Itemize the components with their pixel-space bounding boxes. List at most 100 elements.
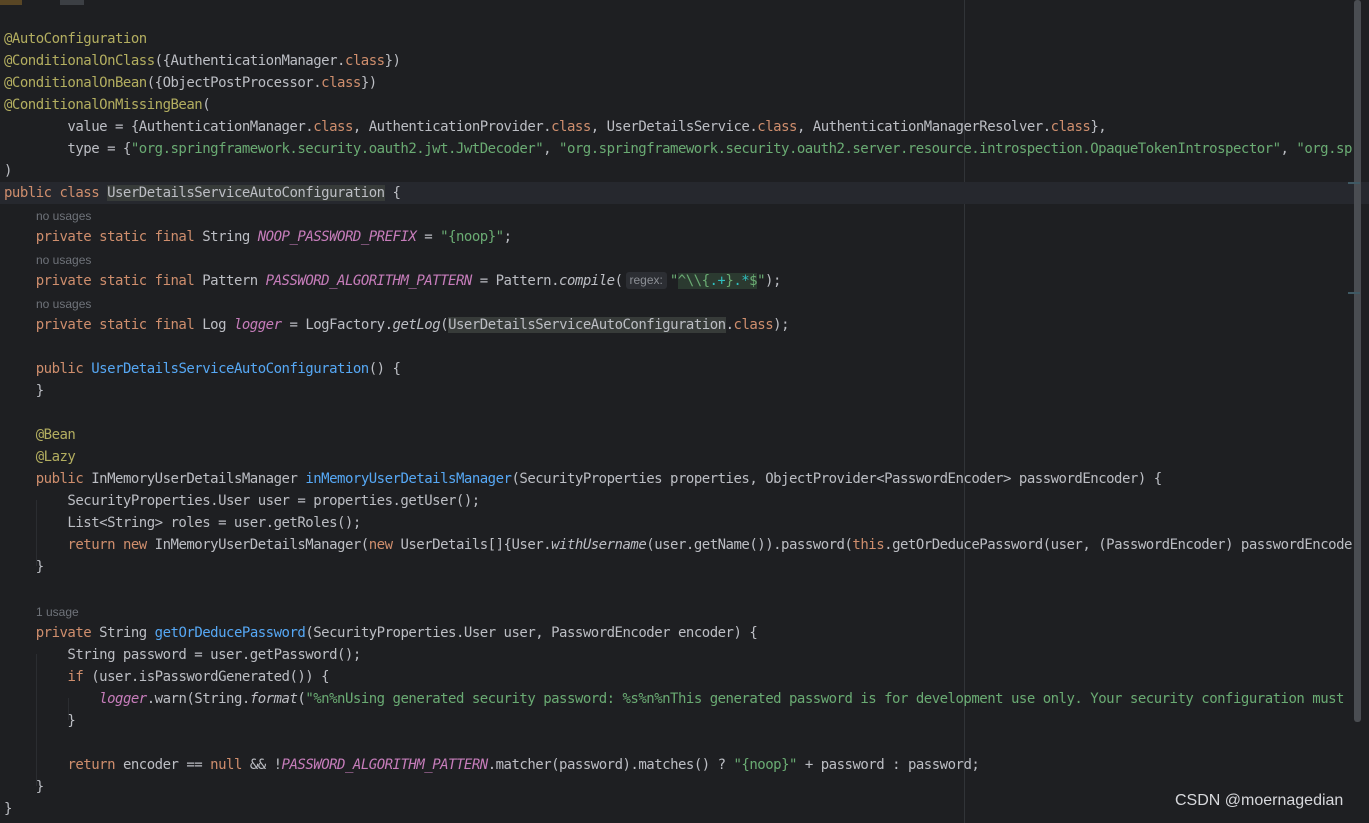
code-token: , AuthenticationManagerResolver. [796,119,1051,135]
code-token: Log [202,317,234,333]
code-line[interactable]: return new InMemoryUserDetailsManager(ne… [4,534,1352,556]
code-line[interactable]: logger.warn(String.format("%n%nUsing gen… [4,688,1344,710]
method-name-token: UserDetailsServiceAutoConfiguration [91,361,369,377]
code-line[interactable]: if (user.isPasswordGenerated()) { [4,666,329,688]
parameter-hint: regex: [625,272,667,289]
code-token: { [384,185,401,201]
code-line[interactable]: @ConditionalOnBean({ObjectPostProcessor.… [4,72,377,94]
code-line[interactable]: @ConditionalOnClass({AuthenticationManag… [4,50,401,72]
code-token: ); [773,317,790,333]
code-token: }, [1090,119,1107,135]
annotation-token: @Bean [35,427,76,443]
code-token: (SecurityProperties.User user, PasswordE… [305,625,758,641]
code-line[interactable]: @ConditionalOnMissingBean( [4,94,211,116]
code-line[interactable]: } [4,798,12,820]
code-line[interactable]: @Bean [4,424,76,446]
editor-tab-remnant-active[interactable] [60,0,84,5]
code-token: } [4,801,12,817]
code-token: SecurityProperties.User user = propertie… [4,493,480,509]
code-line[interactable]: private static final Pattern PASSWORD_AL… [4,270,781,292]
string-token: " [669,273,678,289]
code-editor[interactable]: @AutoConfiguration @ConditionalOnClass({… [0,0,1369,823]
code-token: (user.isPasswordGenerated()) { [91,669,330,685]
usage-hint[interactable]: no usages [36,252,91,268]
code-line[interactable]: private static final Log logger = LogFac… [4,314,790,336]
code-token: , [1280,141,1297,157]
regex-token: .+ [709,273,726,289]
code-token: List<String> roles = user.getRoles(); [4,515,361,531]
constant-token: logger [99,691,147,707]
code-token: String password = user.getPassword(); [4,647,361,663]
code-token: } [4,383,44,399]
annotation-token: @ConditionalOnMissingBean [4,97,203,113]
code-line[interactable]: } [4,710,75,732]
string-token: "{noop}" [733,757,798,773]
code-line[interactable]: value = {AuthenticationManager.class, Au… [4,116,1106,138]
keyword-token: class [1050,119,1091,135]
keyword-token: private static final [35,229,203,245]
string-token: " [757,273,766,289]
code-line[interactable]: SecurityProperties.User user = propertie… [4,490,480,512]
code-token: , AuthenticationProvider. [352,119,552,135]
annotation-token: @Lazy [35,449,76,465]
code-line[interactable]: } [4,380,44,402]
code-line[interactable]: List<String> roles = user.getRoles(); [4,512,361,534]
code-line[interactable]: @AutoConfiguration [4,28,147,50]
code-line[interactable]: String password = user.getPassword(); [4,644,361,666]
code-token: (SecurityProperties properties, ObjectPr… [511,471,1162,487]
code-token: UserDetails[]{User. [400,537,552,553]
annotation-token: @AutoConfiguration [4,31,147,47]
static-call-token: compile [559,273,615,289]
keyword-token: this [852,537,885,553]
code-line[interactable]: } [4,556,44,578]
code-line[interactable]: ) [4,160,12,182]
code-line[interactable]: private static final String NOOP_PASSWOR… [4,226,512,248]
code-token: } [4,559,44,575]
code-line[interactable]: public InMemoryUserDetailsManager inMemo… [4,468,1162,490]
code-line[interactable]: public UserDetailsServiceAutoConfigurati… [4,358,401,380]
code-token: String [202,229,258,245]
code-line[interactable]: } [4,776,44,798]
code-token: .getOrDeducePassword(user, (PasswordEnco… [884,537,1352,553]
method-name-token: getOrDeducePassword [154,625,306,641]
code-line[interactable]: private String getOrDeducePassword(Secur… [4,622,758,644]
annotation-token: @ConditionalOnClass [4,53,155,69]
editor-tab-remnant[interactable] [0,0,22,5]
string-token: "{noop}" [440,229,504,245]
code-token: InMemoryUserDetailsManager [91,471,306,487]
code-token: ({ObjectPostProcessor. [146,75,322,91]
static-call-token: format [249,691,298,707]
keyword-token: public [35,361,92,377]
keyword-token: private static final [35,273,203,289]
usage-hint[interactable]: 1 usage [36,604,79,620]
code-token: type = { [4,141,131,157]
scrollbar-marker[interactable] [1348,182,1360,184]
code-token: , UserDetailsService. [590,119,758,135]
code-line[interactable]: return encoder == null && !PASSWORD_ALGO… [4,754,979,776]
code-line[interactable]: @Lazy [4,446,76,468]
code-token: = [416,229,441,245]
code-token: , [543,141,560,157]
code-token: && ! [241,757,282,773]
keyword-token: public class [4,185,108,201]
scrollbar-thumb[interactable] [1354,0,1361,722]
code-line[interactable]: type = {"org.springframework.security.oa… [4,138,1352,160]
scrollbar-marker[interactable] [1348,292,1360,294]
regex-token: ^\\{ [677,273,710,289]
string-token: "%n%nUsing generated security password: … [305,691,1344,707]
usage-hint[interactable]: no usages [36,296,91,312]
usage-hint[interactable]: no usages [36,208,91,224]
constant-token: NOOP_PASSWORD_PREFIX [257,229,417,245]
code-line-current[interactable]: public class UserDetailsServiceAutoConfi… [0,182,1369,204]
keyword-token: class [321,75,361,91]
code-token: ( [614,273,623,289]
